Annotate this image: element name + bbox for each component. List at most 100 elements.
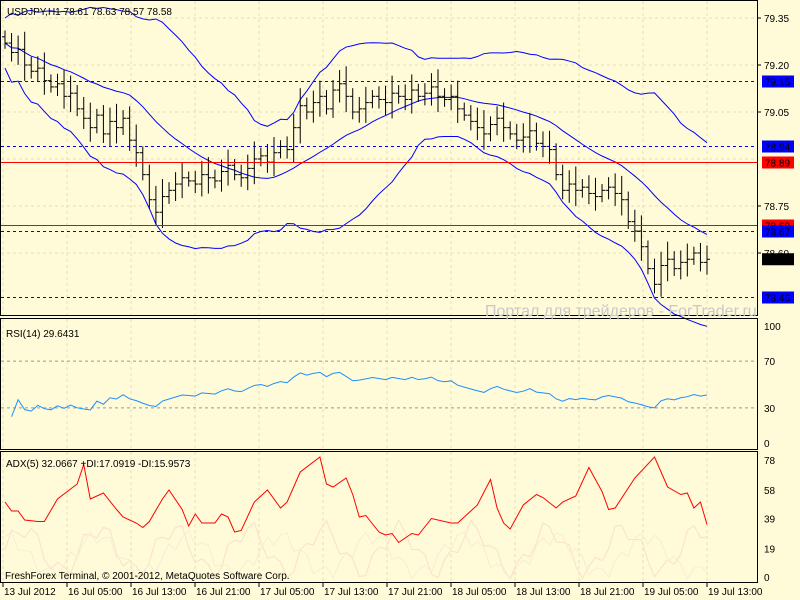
price-bar [349,88,356,120]
price-bar [671,251,678,276]
price-tick-label: 79.05 [764,108,789,119]
price-bar [467,105,474,131]
adx-tick-label: 78 [764,456,776,467]
time-label: 18 Jul 05:00 [452,587,507,598]
time-label: 17 Jul 05:00 [260,587,315,598]
price-bar [146,164,153,209]
price-bar [599,184,606,203]
price-bar [244,154,251,191]
price-bar [651,258,658,294]
price-bar [290,113,297,162]
price-bar [572,166,579,207]
price-bar [80,96,87,129]
price-bar [198,160,205,197]
price-bar [133,124,140,167]
price-bar [284,136,291,159]
symbol-info: USDJPY,H1 78.61 78.63 78.57 78.58 [7,7,172,18]
price-bar [192,170,199,194]
adx-tick-label: 39 [764,515,776,526]
price-bar [553,143,560,181]
price-bar [113,103,120,144]
price-bar [461,102,468,121]
price-bar [415,83,422,102]
price-bar [87,102,94,142]
price-bar [677,250,684,280]
time-label: 16 Jul 21:00 [196,587,251,598]
price-bar [566,170,573,203]
price-bar [435,69,442,113]
price-bar [28,56,35,79]
price-level-label: 79.15 [765,78,790,89]
price-bar [507,121,514,140]
price-tick-label: 78.75 [764,202,789,213]
price-bar [323,90,330,115]
price-tick-label: 79.20 [764,61,789,72]
adx-tick-label: 0 [764,573,770,584]
price-pane[interactable] [1,6,757,327]
price-bar [644,240,651,275]
price-bar [395,85,402,104]
price-bar [612,173,619,206]
rsi-pane[interactable] [1,360,757,417]
price-bar [480,110,487,150]
copyright: FreshForex Terminal, © 2001-2012, MetaQu… [5,571,290,582]
rsi-tick-label: 0 [764,439,770,450]
time-label: 18 Jul 13:00 [516,587,571,598]
price-bar [185,171,192,187]
price-bar [8,33,15,62]
price-bar [179,162,186,199]
price-tick-label: 79.35 [764,14,789,25]
rsi-tick-label: 30 [764,404,776,415]
price-bar [428,73,435,106]
price-bar [330,80,337,118]
watermark: Портал для трейдеров - ForTrader.ru [485,303,757,320]
price-bar [402,84,409,111]
price-bar [579,179,586,198]
price-bar [336,70,343,103]
price-bar [704,245,710,275]
price-bar [343,66,350,113]
price-bar [389,75,396,119]
price-bar [47,74,54,93]
price-bar [684,243,691,277]
price-bar [120,110,127,135]
price-bar [454,80,461,123]
price-bar [559,164,566,200]
price-bar [34,56,41,82]
price-bar [21,31,28,81]
price-bar [106,107,113,147]
time-label: 19 Jul 05:00 [644,587,699,598]
rsi-line [11,371,708,417]
current-price-label: 78.58 [765,255,790,266]
price-level-label: 78.89 [765,159,790,170]
price-bar [520,123,527,153]
time-label: 17 Jul 13:00 [324,587,379,598]
time-label: 17 Jul 21:00 [388,587,443,598]
price-bar [421,83,428,106]
price-bar [126,106,133,151]
price-bar [303,97,310,120]
price-bar [408,74,415,114]
price-bar [487,116,494,142]
price-bar [539,131,546,158]
price-bar [664,241,671,282]
price-bar [270,137,277,177]
price-bar [54,73,61,96]
price-bar [369,90,376,109]
rsi-tick-label: 70 [764,357,776,368]
price-bar [356,96,363,123]
price-bar [172,172,179,202]
price-bar [382,85,389,115]
price-bar [658,251,665,297]
time-label: 16 Jul 13:00 [132,587,187,598]
adx-tick-label: 58 [764,486,776,497]
adx-pane[interactable] [4,456,708,582]
price-bar [494,106,501,136]
adx-title: ADX(5) 32.0667 +DI:17.0919 -DI:15.9573 [6,459,191,470]
rsi-title: RSI(14) 29.6431 [6,329,80,340]
price-bar [500,102,507,142]
chart-window[interactable]: USDJPY,H1 78.61 78.63 78.57 78.58 Портал… [0,0,800,600]
price-level-label: 78.46 [765,294,790,305]
time-label: 16 Jul 05:00 [68,587,123,598]
price-bar [93,108,100,134]
